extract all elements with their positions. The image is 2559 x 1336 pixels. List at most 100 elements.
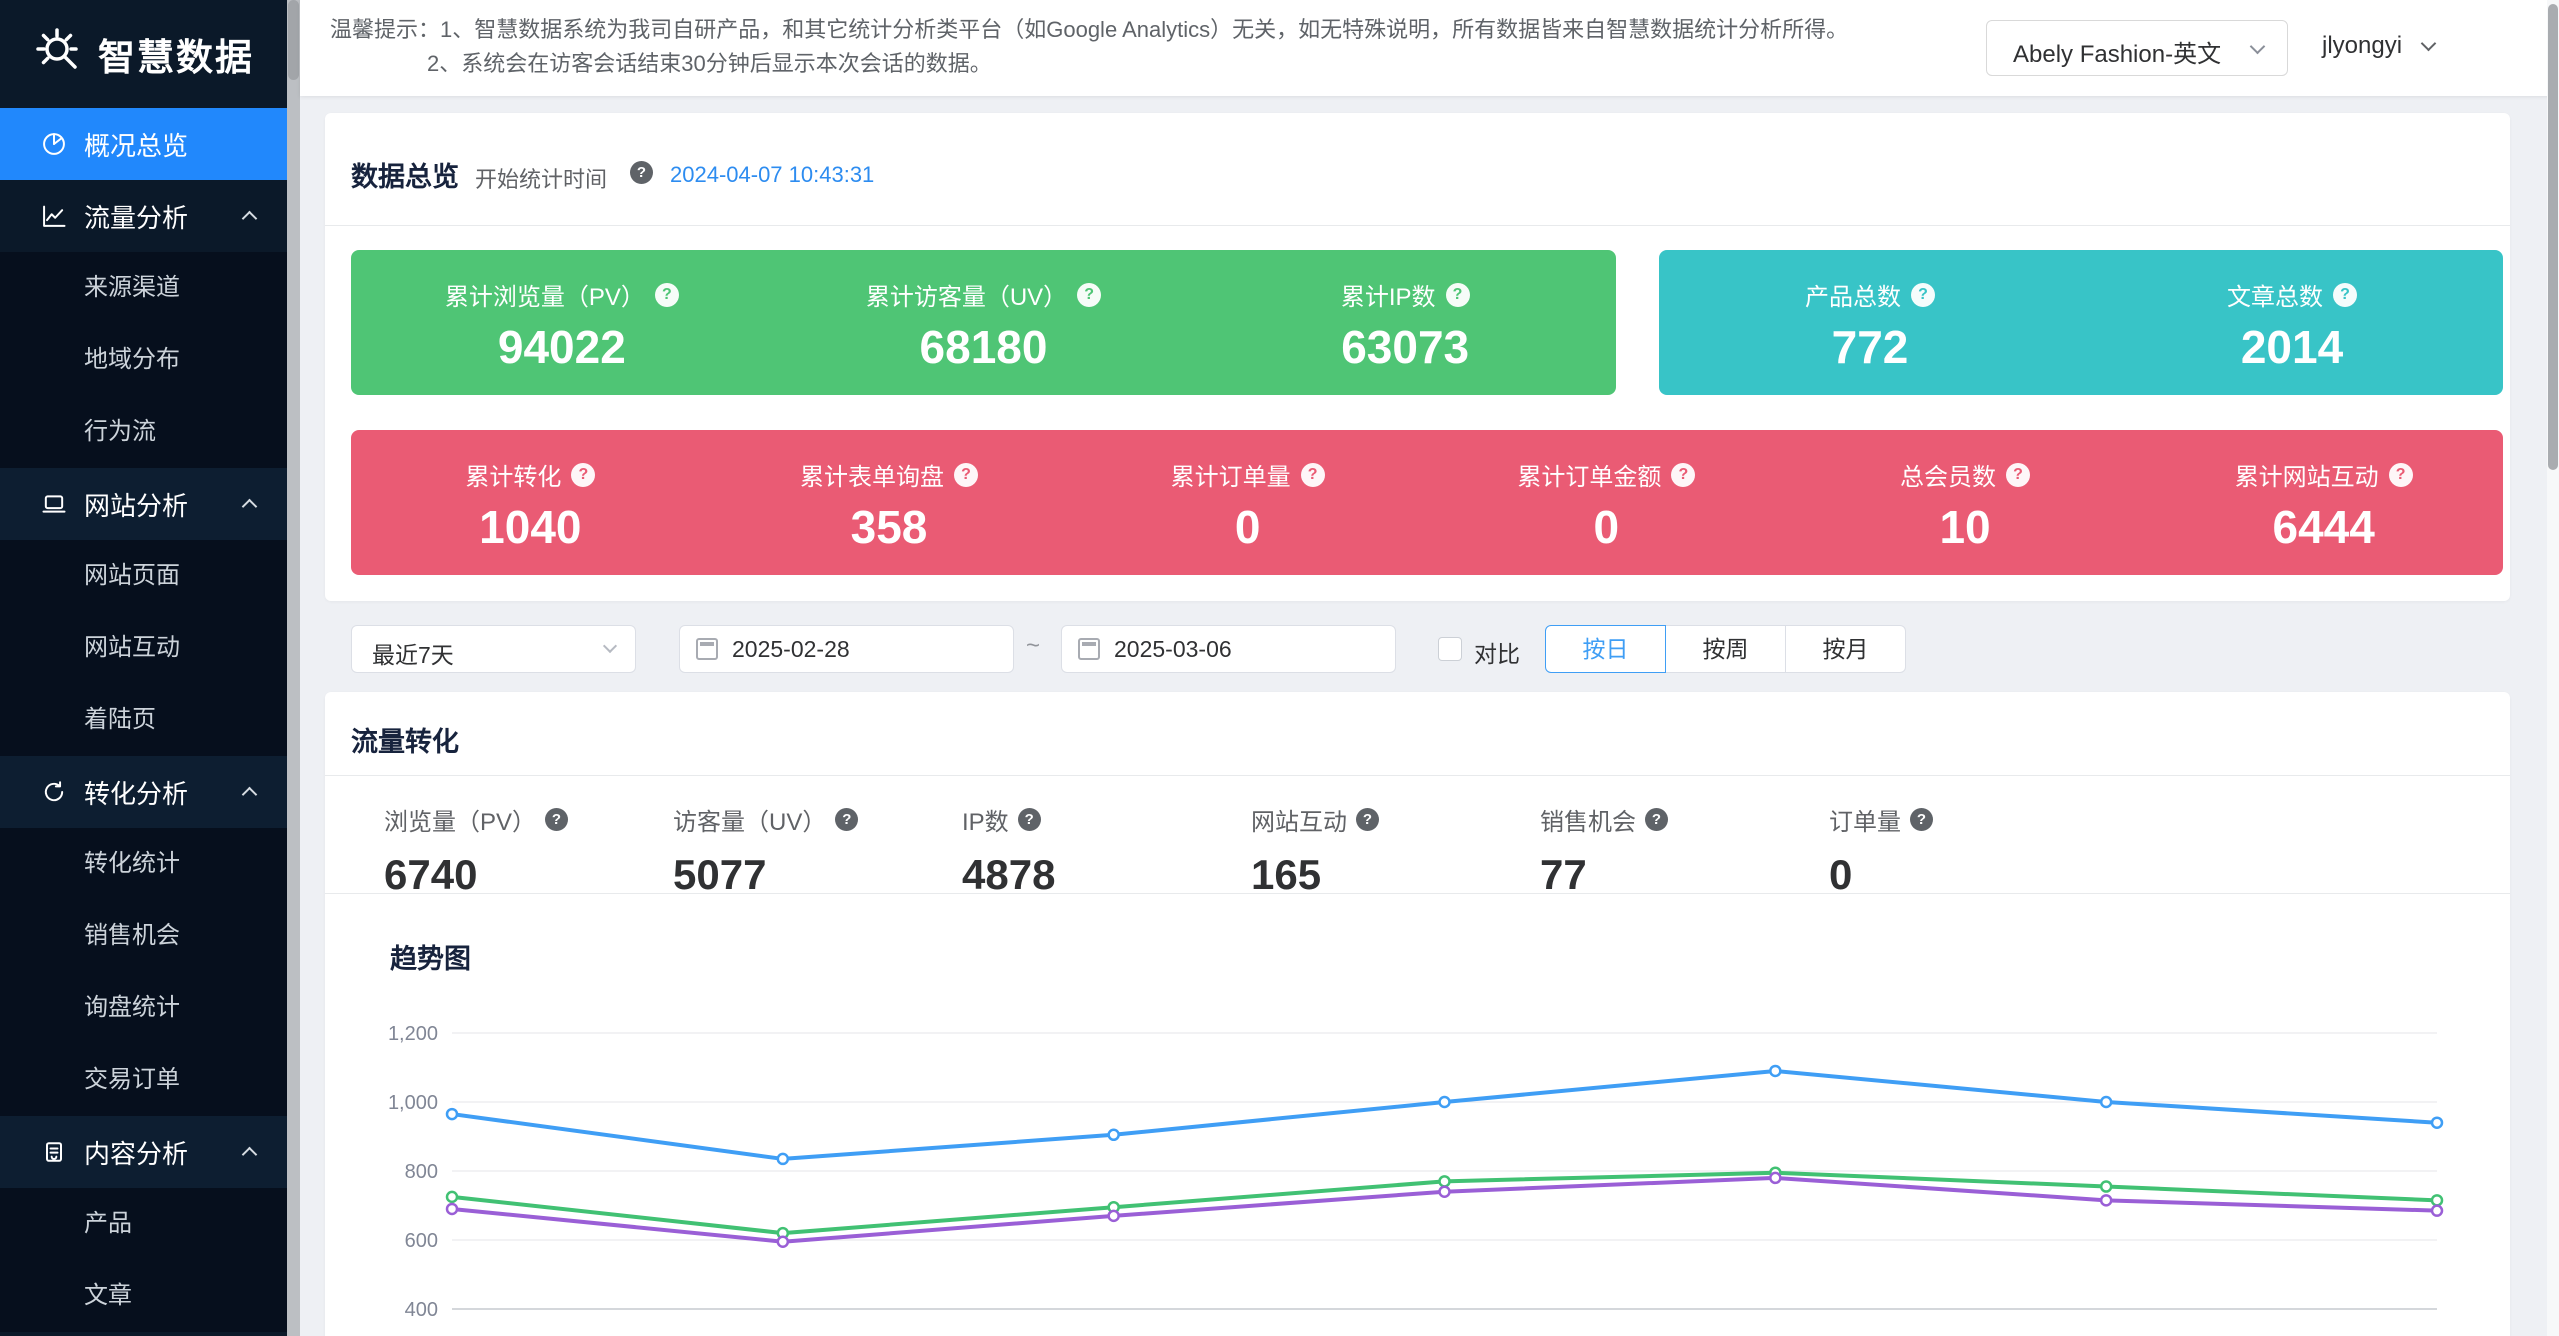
help-icon[interactable]: ? [630,161,653,184]
stat-total-pv: 累计浏览量（PV）? 94022 [351,250,773,395]
metric-sales-opportunities: 销售机会? 77 [1540,802,1829,899]
compare-checkbox[interactable] [1438,637,1462,661]
site-selector-dropdown[interactable]: Abely Fashion-英文 [1986,20,2288,76]
sidebar-item-inquiry-stats[interactable]: 询盘统计 [0,972,287,1044]
help-icon[interactable]: ? [1645,808,1668,831]
sidebar-item-website-interaction[interactable]: 网站互动 [0,612,287,684]
stat-value: 6444 [2273,500,2375,554]
help-icon[interactable]: ? [1018,808,1041,831]
calendar-icon [1078,638,1100,660]
metric-uv: 访客量（UV）? 5077 [673,802,962,899]
stat-total-articles: 文章总数? 2014 [2081,250,2503,395]
sidebar-submenu-conversion: 转化统计 销售机会 询盘统计 交易订单 [0,828,287,1116]
sidebar-item-overview[interactable]: 概况总览 [0,108,287,180]
divider [325,893,2510,894]
metric-value: 0 [1829,851,2118,899]
stat-label: 累计浏览量（PV） [445,277,645,312]
help-icon[interactable]: ? [2389,463,2413,487]
help-icon[interactable]: ? [545,808,568,831]
calendar-icon [696,638,718,660]
granularity-daily-button[interactable]: 按日 [1545,625,1666,673]
help-icon[interactable]: ? [1301,463,1325,487]
stat-label: 累计订单金额 [1517,457,1661,492]
user-menu[interactable]: jlyongyi [2322,32,2434,60]
stat-value: 1040 [479,500,581,554]
sidebar-submenu-content: 产品 文章 [0,1188,287,1332]
sidebar-item-source-channels[interactable]: 来源渠道 [0,252,287,324]
chevron-down-icon [2420,36,2436,52]
help-icon[interactable]: ? [2006,463,2030,487]
dashboard-page: 智慧数据 概况总览 流量分析 来源渠道 地域分布 行为流 [0,0,2559,1336]
metric-value: 165 [1251,851,1540,899]
sidebar-item-conversion-stats[interactable]: 转化统计 [0,828,287,900]
stat-value: 63073 [1341,320,1469,374]
start-time-value[interactable]: 2024-04-07 10:43:31 [670,162,874,188]
sidebar-item-website-pages[interactable]: 网站页面 [0,540,287,612]
range-select-value: 最近7天 [372,636,454,670]
metric-label: 网站互动 [1251,802,1347,837]
sidebar-item-conversion-analysis[interactable]: 转化分析 [0,756,287,828]
sidebar-submenu-website: 网站页面 网站互动 着陆页 [0,540,287,756]
stat-label: 累计订单量 [1171,457,1291,492]
sidebar-item-label: 网站分析 [84,486,188,523]
username: jlyongyi [2322,32,2402,59]
sidebar-item-label: 内容分析 [84,1134,188,1171]
help-icon[interactable]: ? [835,808,858,831]
help-icon[interactable]: ? [1077,283,1101,307]
sidebar-item-label: 流量分析 [84,198,188,235]
stat-label: 累计表单询盘 [800,457,944,492]
date-to-input[interactable]: 2025-03-06 [1061,625,1396,673]
green-stat-band: 累计浏览量（PV）? 94022 累计访客量（UV）? 68180 累计IP数?… [351,250,1616,395]
sidebar-item-traffic-analysis[interactable]: 流量分析 [0,180,287,252]
help-icon[interactable]: ? [1910,808,1933,831]
stat-value: 772 [1832,320,1909,374]
help-icon[interactable]: ? [571,463,595,487]
date-from-input[interactable]: 2025-02-28 [679,625,1014,673]
sidebar: 智慧数据 概况总览 流量分析 来源渠道 地域分布 行为流 [0,0,287,1336]
help-icon[interactable]: ? [1911,283,1935,307]
help-icon[interactable]: ? [1671,463,1695,487]
metric-value: 6740 [384,851,673,899]
granularity-weekly-button[interactable]: 按周 [1665,625,1786,673]
window-scrollbar-thumb[interactable] [2548,4,2558,470]
stat-total-conversions: 累计转化? 1040 [351,430,710,575]
metric-label: IP数 [962,802,1009,837]
tips-line-2: 2、系统会在访客会话结束30分钟后显示本次会话的数据。 [427,46,992,78]
stat-value: 0 [1235,500,1261,554]
site-selector-value: Abely Fashion-英文 [2013,34,2221,69]
help-icon[interactable]: ? [954,463,978,487]
stat-label: 文章总数 [2227,277,2323,312]
sidebar-item-region-distribution[interactable]: 地域分布 [0,324,287,396]
sidebar-item-landing-page[interactable]: 着陆页 [0,684,287,756]
sidebar-scrollbar-thumb[interactable] [288,0,299,80]
sidebar-item-articles[interactable]: 文章 [0,1260,287,1332]
date-to-value: 2025-03-06 [1114,636,1232,663]
window-scrollbar[interactable] [2547,0,2559,1336]
stat-label: 累计网站互动 [2235,457,2379,492]
logo-text: 智慧数据 [98,27,254,81]
help-icon[interactable]: ? [1446,283,1470,307]
granularity-monthly-button[interactable]: 按月 [1785,625,1906,673]
trend-chart-title: 趋势图 [390,937,471,976]
date-range-preset-select[interactable]: 最近7天 [351,625,636,673]
teal-stat-band: 产品总数? 772 文章总数? 2014 [1659,250,2503,395]
sidebar-item-sales-opportunities[interactable]: 销售机会 [0,900,287,972]
help-icon[interactable]: ? [2333,283,2357,307]
sidebar-scrollbar[interactable] [287,0,300,1336]
sidebar-item-trade-orders[interactable]: 交易订单 [0,1044,287,1116]
metric-site-interaction: 网站互动? 165 [1251,802,1540,899]
stat-value: 94022 [498,320,626,374]
svg-text:600: 600 [405,1230,438,1252]
chevron-up-icon [242,499,258,515]
chevron-up-icon [242,211,258,227]
date-from-value: 2025-02-28 [732,636,850,663]
sidebar-item-behavior-flow[interactable]: 行为流 [0,396,287,468]
help-icon[interactable]: ? [655,283,679,307]
sidebar-item-content-analysis[interactable]: 内容分析 [0,1116,287,1188]
help-icon[interactable]: ? [1356,808,1379,831]
sidebar-item-products[interactable]: 产品 [0,1188,287,1260]
divider [325,775,2510,776]
compare-label: 对比 [1474,635,1520,669]
sidebar-item-website-analysis[interactable]: 网站分析 [0,468,287,540]
stat-value: 68180 [920,320,1048,374]
